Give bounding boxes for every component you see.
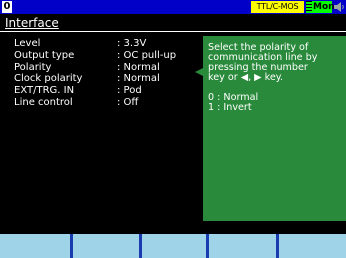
status-bar: 0 TTL/C-MOS Mon xyxy=(0,0,346,14)
setting-label: Output type xyxy=(14,49,75,61)
grip-icon xyxy=(306,1,312,13)
setting-value: : 3.3V xyxy=(117,38,147,49)
settings-list: Level : 3.3V Output type : OC pull-up Po… xyxy=(14,38,204,109)
setting-label: Clock polarity xyxy=(14,73,83,85)
function-key-1[interactable] xyxy=(0,234,73,258)
title-divider xyxy=(0,31,346,32)
setting-label: Level xyxy=(14,38,41,49)
signal-level-badge: TTL/C-MOS xyxy=(251,1,304,13)
setting-label: Line control xyxy=(14,96,73,108)
mode-badge: Mon xyxy=(306,1,335,13)
help-pointer-icon xyxy=(195,68,203,76)
setting-value: : Normal xyxy=(117,61,160,73)
setting-value: : OC pull-up xyxy=(117,49,177,61)
function-key-bar xyxy=(0,234,346,258)
mode-label: Mon xyxy=(313,2,335,12)
setting-label: EXT/TRG. IN xyxy=(14,85,75,97)
function-key-4[interactable] xyxy=(209,234,279,258)
setting-value: : Off xyxy=(117,96,139,108)
speaker-icon xyxy=(334,2,344,12)
setting-line-control[interactable]: Line control : Off xyxy=(14,97,204,109)
help-text-line: key or ◀, ▶ key. xyxy=(208,72,284,83)
help-panel: Select the polarity of communication lin… xyxy=(203,36,346,221)
menu-title: Interface xyxy=(5,16,59,30)
setting-ext-trg-in[interactable]: EXT/TRG. IN : Pod xyxy=(14,85,204,97)
setting-label: Polarity xyxy=(14,61,52,73)
setting-output-type[interactable]: Output type : OC pull-up xyxy=(14,50,204,62)
port-number: 0 xyxy=(2,1,12,13)
function-key-3[interactable] xyxy=(142,234,209,258)
setting-value: : Normal xyxy=(117,73,160,85)
function-key-5[interactable] xyxy=(279,234,346,258)
setting-level[interactable]: Level : 3.3V xyxy=(14,38,204,50)
help-option: 1 : Invert xyxy=(208,102,252,113)
setting-value: : Pod xyxy=(117,85,142,97)
function-key-2[interactable] xyxy=(73,234,142,258)
setting-polarity[interactable]: Polarity : Normal xyxy=(14,62,204,74)
setting-clock-polarity[interactable]: Clock polarity : Normal xyxy=(14,73,204,85)
